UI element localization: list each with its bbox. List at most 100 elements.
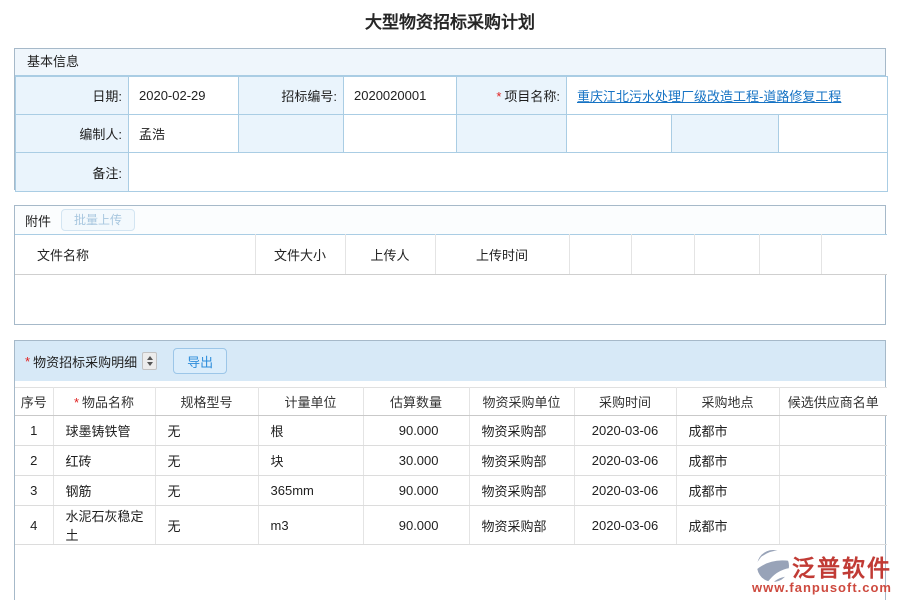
empty-label-cell (239, 115, 344, 153)
cell-place: 成都市 (676, 446, 779, 476)
cell-spec: 无 (155, 476, 258, 506)
table-row: 2 红砖 无 块 30.000 物资采购部 2020-03-06 成都市 (15, 446, 887, 476)
empty-header-cell (821, 235, 887, 275)
table-header-row: 文件名称 文件大小 上传人 上传时间 (15, 235, 887, 275)
cell-time: 2020-03-06 (574, 476, 676, 506)
cell-item-name: 红砖 (53, 446, 155, 476)
col-candidate-suppliers: 候选供应商名单 (779, 388, 887, 416)
details-title: 物资招标采购明细 (33, 352, 137, 371)
details-table: 序号 *物品名称 规格型号 计量单位 估算数量 物资采购单位 采购时间 采购地点… (15, 387, 887, 545)
cell-spec: 无 (155, 446, 258, 476)
cell-place: 成都市 (676, 506, 779, 545)
cell-seq: 4 (15, 506, 53, 545)
cell-quantity: 90.000 (363, 506, 469, 545)
cell-suppliers (779, 506, 887, 545)
attachments-header: 附件 批量上传 (15, 206, 885, 234)
col-item-name: *物品名称 (53, 388, 155, 416)
cell-spec: 无 (155, 506, 258, 545)
cell-seq: 1 (15, 416, 53, 446)
fanpu-logo-icon (756, 549, 790, 583)
table-row: 3 钢筋 无 365mm 90.000 物资采购部 2020-03-06 成都市 (15, 476, 887, 506)
table-row: 编制人: 孟浩 (16, 115, 888, 153)
preparer-label: 编制人: (16, 115, 129, 153)
empty-value-cell (567, 115, 672, 153)
brand-website: www.fanpusoft.com (752, 580, 892, 595)
cell-dept: 物资采购部 (469, 476, 574, 506)
table-header-row: 序号 *物品名称 规格型号 计量单位 估算数量 物资采购单位 采购时间 采购地点… (15, 388, 887, 416)
details-header: * 物资招标采购明细 导出 (15, 341, 885, 381)
empty-value-cell (779, 115, 888, 153)
cell-spec: 无 (155, 416, 258, 446)
col-procure-place: 采购地点 (676, 388, 779, 416)
required-asterisk: * (496, 89, 501, 104)
cell-time: 2020-03-06 (574, 446, 676, 476)
cell-quantity: 90.000 (363, 416, 469, 446)
col-upload-time: 上传时间 (435, 235, 569, 275)
col-uploader: 上传人 (345, 235, 435, 275)
cell-place: 成都市 (676, 416, 779, 446)
empty-header-cell (759, 235, 821, 275)
project-name-cell: 重庆江北污水处理厂级改造工程-道路修复工程 (567, 77, 888, 115)
col-seq: 序号 (15, 388, 53, 416)
empty-label-cell (457, 115, 567, 153)
bid-no-label: 招标编号: (239, 77, 344, 115)
cell-quantity: 30.000 (363, 446, 469, 476)
cell-time: 2020-03-06 (574, 506, 676, 545)
remarks-label: 备注: (16, 153, 129, 192)
basic-info-section: 基本信息 日期: 2020-02-29 招标编号: 2020020001 *项目… (14, 48, 886, 190)
date-label: 日期: (16, 77, 129, 115)
cell-time: 2020-03-06 (574, 416, 676, 446)
project-name-link[interactable]: 重庆江北污水处理厂级改造工程-道路修复工程 (577, 89, 841, 104)
table-row: 1 球墨铸铁管 无 根 90.000 物资采购部 2020-03-06 成都市 (15, 416, 887, 446)
cell-place: 成都市 (676, 476, 779, 506)
batch-upload-button[interactable]: 批量上传 (61, 209, 135, 231)
empty-header-cell (569, 235, 631, 275)
table-row: 日期: 2020-02-29 招标编号: 2020020001 *项目名称: 重… (16, 77, 888, 115)
col-file-size: 文件大小 (255, 235, 345, 275)
col-file-name: 文件名称 (15, 235, 255, 275)
cell-item-name: 球墨铸铁管 (53, 416, 155, 446)
cell-unit: 365mm (258, 476, 363, 506)
cell-quantity: 90.000 (363, 476, 469, 506)
cell-dept: 物资采购部 (469, 506, 574, 545)
empty-label-cell (672, 115, 779, 153)
cell-seq: 3 (15, 476, 53, 506)
cell-dept: 物资采购部 (469, 416, 574, 446)
cell-unit: 块 (258, 446, 363, 476)
cell-item-name: 水泥石灰稳定土 (53, 506, 155, 545)
col-est-quantity: 估算数量 (363, 388, 469, 416)
table-row: 备注: (16, 153, 888, 192)
col-procure-dept: 物资采购单位 (469, 388, 574, 416)
cell-item-name: 钢筋 (53, 476, 155, 506)
preparer-value: 孟浩 (129, 115, 239, 153)
brand-footer: 泛普软件 www.fanpusoft.com (752, 549, 892, 595)
cell-dept: 物资采购部 (469, 446, 574, 476)
empty-header-cell (631, 235, 694, 275)
empty-header-cell (694, 235, 759, 275)
sort-spinner-icon[interactable] (142, 352, 157, 370)
cell-unit: 根 (258, 416, 363, 446)
cell-suppliers (779, 446, 887, 476)
attachments-title: 附件 (25, 211, 51, 230)
cell-seq: 2 (15, 446, 53, 476)
cell-suppliers (779, 476, 887, 506)
empty-value-cell (344, 115, 457, 153)
cell-unit: m3 (258, 506, 363, 545)
brand-name: 泛普软件 (792, 549, 892, 583)
basic-info-header: 基本信息 (15, 49, 885, 76)
cell-suppliers (779, 416, 887, 446)
basic-info-table: 日期: 2020-02-29 招标编号: 2020020001 *项目名称: 重… (15, 76, 888, 192)
attachments-table: 文件名称 文件大小 上传人 上传时间 (15, 234, 887, 275)
required-asterisk: * (74, 395, 79, 410)
col-spec-model: 规格型号 (155, 388, 258, 416)
required-asterisk: * (25, 354, 30, 369)
col-procure-time: 采购时间 (574, 388, 676, 416)
table-row: 4 水泥石灰稳定土 无 m3 90.000 物资采购部 2020-03-06 成… (15, 506, 887, 545)
page-title: 大型物资招标采购计划 (0, 8, 900, 33)
export-button[interactable]: 导出 (173, 348, 227, 374)
remarks-value (129, 153, 888, 192)
attachments-section: 附件 批量上传 文件名称 文件大小 上传人 上传时间 (14, 205, 886, 325)
bid-no-value: 2020020001 (344, 77, 457, 115)
project-name-label: *项目名称: (457, 77, 567, 115)
col-unit: 计量单位 (258, 388, 363, 416)
